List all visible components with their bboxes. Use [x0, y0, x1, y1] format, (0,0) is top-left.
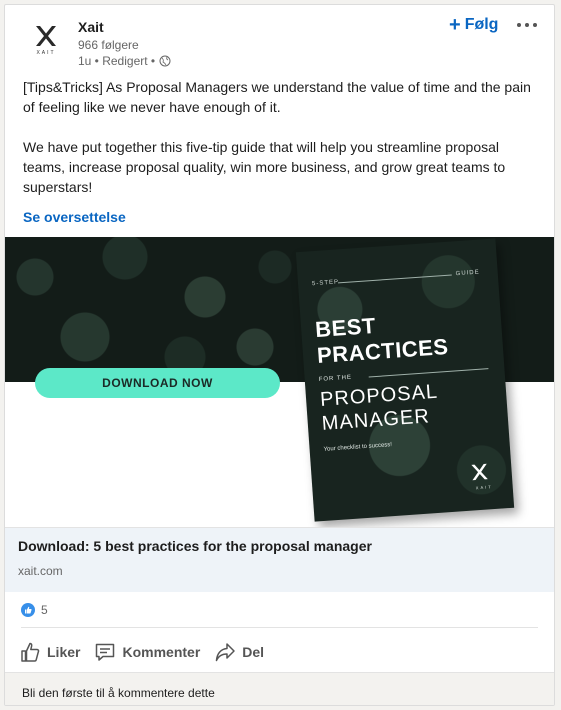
more-options-icon[interactable] [517, 23, 537, 27]
link-domain: xait.com [18, 564, 63, 578]
see-translation-link[interactable]: Se oversettelse [23, 209, 126, 225]
post-text-paragraph-2: We have put together this five-tip guide… [23, 139, 506, 195]
post-image[interactable]: DOWNLOAD NOW 5-STEP GUIDE BEST PRACTICES… [5, 237, 554, 527]
share-button[interactable]: Del [214, 641, 264, 663]
reaction-count: 5 [41, 603, 48, 617]
comment-label: Kommenter [122, 644, 201, 660]
xait-logo-icon [36, 26, 56, 46]
post-meta-text: 1u • Redigert • [78, 54, 156, 68]
globe-icon [159, 55, 171, 67]
book-guide-label: GUIDE [455, 269, 480, 278]
company-name[interactable]: Xait [78, 19, 104, 35]
share-icon [216, 643, 236, 662]
like-button[interactable]: Liker [19, 641, 80, 663]
book-step-label: 5-STEP [311, 279, 340, 288]
link-preview[interactable]: Download: 5 best practices for the propo… [5, 527, 554, 592]
like-reaction-icon [21, 603, 35, 617]
plus-icon: + [449, 14, 461, 36]
book-divider [338, 274, 452, 284]
comment-icon [96, 643, 115, 661]
comment-prompt: Bli den første til å kommentere dette [22, 686, 215, 700]
comment-prompt-bar[interactable]: Bli den første til å kommentere dette [5, 672, 554, 705]
book-checklist: Your checklist to success! [323, 442, 393, 453]
comment-button[interactable]: Kommenter [94, 641, 200, 663]
reactions-summary[interactable]: 5 [21, 603, 48, 617]
post-card: XAIT Xait 966 følgere 1u • Redigert • + … [4, 4, 555, 706]
book-divider [368, 368, 489, 378]
book-for-the: FOR THE [318, 374, 353, 384]
xait-logo-icon [471, 463, 488, 481]
follow-button[interactable]: + Følg [449, 15, 498, 35]
like-label: Liker [47, 644, 81, 660]
follow-label: Følg [464, 16, 499, 33]
logo-wordmark: XAIT [36, 50, 56, 56]
thumbs-up-icon [21, 642, 40, 662]
social-actions: Liker Kommenter Del [19, 635, 278, 669]
post-meta: 1u • Redigert • [78, 54, 171, 68]
post-text-paragraph-1: [Tips&Tricks] As Proposal Managers we un… [23, 79, 531, 115]
follower-count: 966 følgere [78, 38, 139, 52]
post-header: XAIT Xait 966 følgere 1u • Redigert • + … [5, 5, 554, 75]
share-label: Del [242, 644, 265, 660]
divider [21, 627, 538, 628]
link-title[interactable]: Download: 5 best practices for the propo… [18, 538, 372, 554]
book-logo-wordmark: XAIT [475, 484, 493, 491]
post-text: [Tips&Tricks] As Proposal Managers we un… [23, 77, 535, 197]
download-now-button[interactable]: DOWNLOAD NOW [35, 368, 280, 398]
company-logo[interactable]: XAIT [23, 23, 69, 63]
guide-book-cover: 5-STEP GUIDE BEST PRACTICES FOR THE PROP… [295, 238, 515, 522]
